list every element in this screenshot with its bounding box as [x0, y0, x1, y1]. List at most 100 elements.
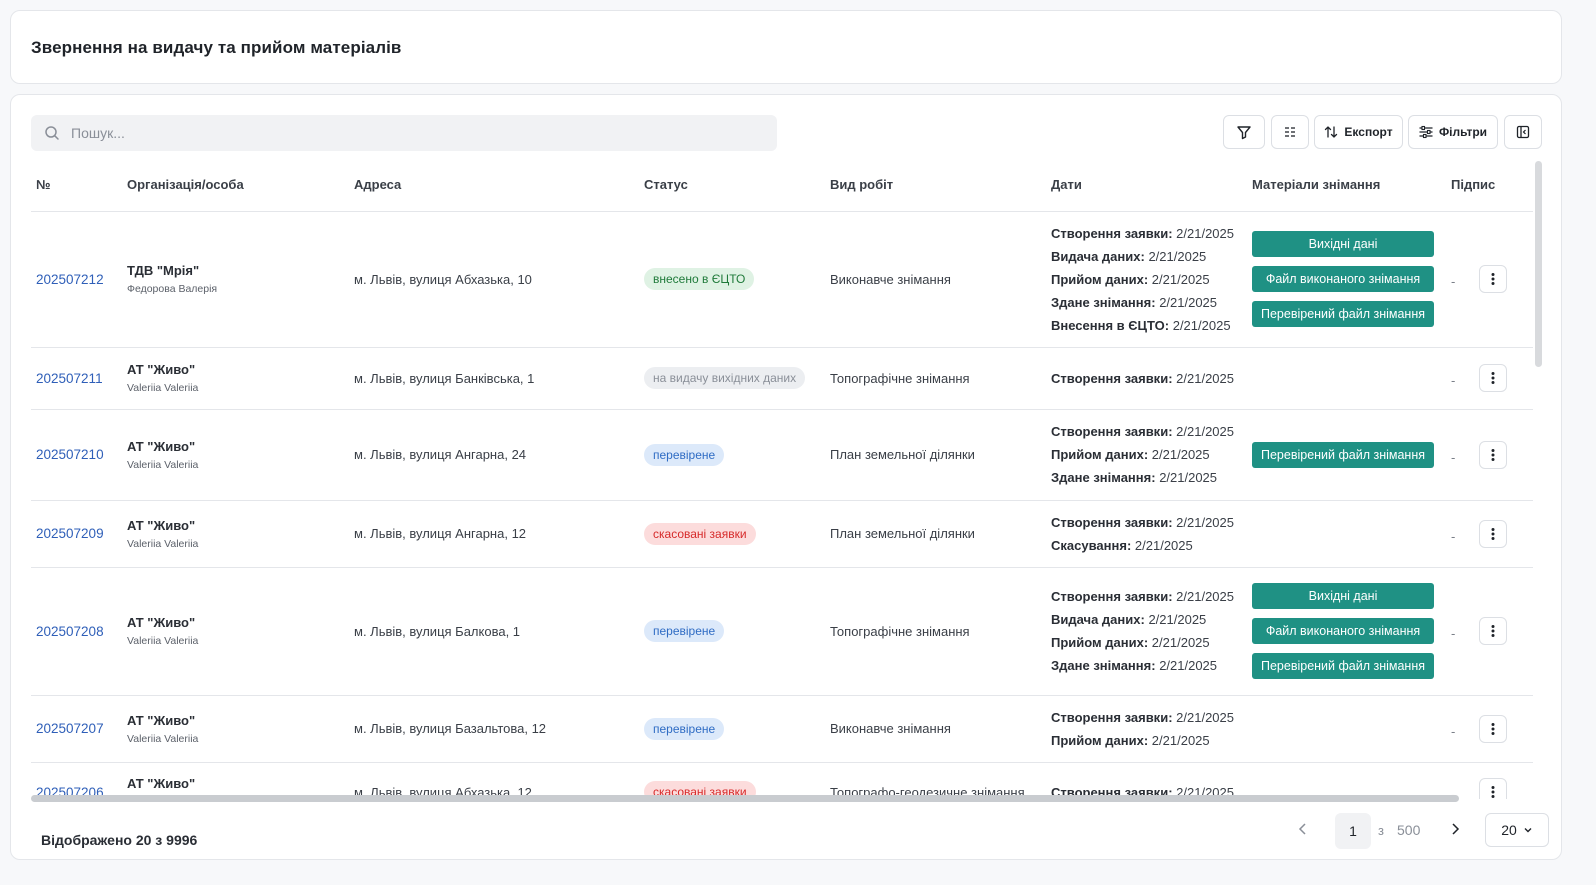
date-label: Прийом даних — [1051, 271, 1144, 287]
col-header-num[interactable]: № — [31, 159, 122, 212]
cell-dates: Створення заявки: 2/21/2025 Видача даних:… — [1046, 567, 1247, 696]
cell-address: м. Львів, вулиця Абхазька, 12 — [349, 762, 639, 799]
search-input[interactable] — [71, 115, 761, 151]
request-number-link[interactable]: 202507211 — [36, 371, 103, 386]
row-actions-button[interactable] — [1479, 714, 1508, 743]
search-box[interactable] — [31, 115, 777, 151]
col-header-sign[interactable]: Підпис — [1446, 159, 1533, 212]
cell-num: 202507206 — [31, 762, 122, 799]
table-row[interactable]: 202507206 АТ "Живо" Valeriia Valeriia м.… — [31, 762, 1533, 799]
toggle-panel-button[interactable] — [1504, 115, 1542, 149]
sort-icon — [1325, 126, 1338, 138]
table-row[interactable]: 202507208 АТ "Живо" Valeriia Valeriia м.… — [31, 567, 1533, 696]
material-button[interactable]: Файл виконаного знімання — [1252, 618, 1434, 644]
cell-work-type: Топографічне знімання — [825, 347, 1046, 410]
request-number-link[interactable]: 202507209 — [36, 526, 104, 541]
cell-sign: - — [1446, 347, 1533, 410]
more-vertical-icon — [1491, 625, 1495, 637]
cell-status: скасовані заявки — [639, 500, 825, 568]
cell-num: 202507209 — [31, 500, 122, 568]
records-count: Відображено 20 з 9996 — [41, 832, 198, 848]
request-number-link[interactable]: 202507207 — [36, 721, 104, 736]
org-person: Valeriia Valeriia — [127, 635, 199, 647]
sign-value: - — [1451, 626, 1456, 641]
cell-address: м. Львів, вулиця Ангарна, 24 — [349, 409, 639, 501]
cell-num: 202507212 — [31, 211, 122, 348]
cell-work-type: Топографічне знімання — [825, 567, 1046, 696]
page-size-select[interactable]: 20 — [1485, 813, 1549, 847]
cell-num: 202507210 — [31, 409, 122, 501]
date-line: Прийом даних: 2/21/2025 — [1051, 447, 1210, 462]
date-label: Скасування — [1051, 537, 1127, 553]
row-actions-button[interactable] — [1479, 364, 1508, 392]
cell-num: 202507211 — [31, 347, 122, 410]
cell-address: м. Львів, вулиця Базальтова, 12 — [349, 695, 639, 763]
status-badge: на видачу вихідних даних — [644, 367, 806, 389]
org-name: АТ "Живо" — [127, 438, 196, 454]
date-label: Створення заявки — [1051, 424, 1169, 439]
table-header-row: № Організація/особа Адреса Статус Вид ро… — [31, 159, 1533, 212]
filter-toggle-button[interactable] — [1223, 115, 1265, 149]
material-button[interactable]: Перевірений файл знімання — [1252, 301, 1434, 327]
horizontal-scrollbar[interactable] — [31, 795, 1459, 802]
cell-status: перевірене — [639, 409, 825, 501]
date-value: 2/21/2025 — [1176, 424, 1234, 439]
columns-button[interactable] — [1271, 115, 1309, 149]
date-line: Здане знімання: 2/21/2025 — [1051, 294, 1218, 310]
row-actions-button[interactable] — [1479, 440, 1508, 469]
chevron-down-icon — [1524, 828, 1532, 833]
cell-dates: Створення заявки: 2/21/2025 Прийом даних:… — [1046, 409, 1247, 501]
export-button[interactable]: Експорт — [1314, 115, 1403, 149]
org-name: АТ "Живо" — [127, 517, 196, 533]
request-number-link[interactable]: 202507208 — [36, 624, 104, 639]
table-row[interactable]: 202507212 ТДВ "Мрія" Федорова Валерія м.… — [31, 211, 1533, 348]
vertical-scrollbar[interactable] — [1535, 161, 1542, 367]
org-person: Valeriia Valeriia — [127, 732, 199, 745]
table-row[interactable]: 202507210 АТ "Живо" Valeriia Valeriia м.… — [31, 409, 1533, 501]
date-label: Створення заявки — [1051, 709, 1169, 725]
col-header-org[interactable]: Організація/особа — [122, 159, 349, 212]
table-row[interactable]: 202507211 АТ "Живо" Valeriia Valeriia м.… — [31, 347, 1533, 410]
cell-org: АТ "Живо" Valeriia Valeriia — [122, 347, 349, 410]
date-line: Прийом даних: 2/21/2025 — [1051, 635, 1210, 650]
status-badge: внесено в ЄЦТО — [644, 268, 755, 290]
cell-org: АТ "Живо" Valeriia Valeriia — [122, 762, 349, 799]
material-button[interactable]: Файл виконаного знімання — [1252, 266, 1434, 292]
col-header-dates[interactable]: Дати — [1046, 159, 1247, 212]
table-row[interactable]: 202507209 АТ "Живо" Valeriia Valeriia м.… — [31, 500, 1533, 568]
request-number-link[interactable]: 202507212 — [36, 272, 104, 287]
more-vertical-icon — [1491, 722, 1495, 735]
date-value: 2/21/2025 — [1176, 709, 1234, 725]
prev-page-button[interactable] — [1297, 822, 1309, 839]
export-label: Експорт — [1344, 125, 1393, 139]
cell-num: 202507208 — [31, 567, 122, 696]
filters-label: Фільтри — [1438, 125, 1488, 139]
col-header-status[interactable]: Статус — [639, 159, 825, 212]
date-line: Прийом даних: 2/21/2025 — [1051, 271, 1210, 287]
chevron-right-icon — [1452, 823, 1460, 835]
material-button[interactable]: Перевірений файл знімання — [1252, 441, 1434, 468]
row-actions-button[interactable] — [1479, 778, 1508, 799]
request-number-link[interactable]: 202507210 — [36, 447, 104, 462]
row-actions-button[interactable] — [1479, 617, 1508, 645]
col-header-address[interactable]: Адреса — [349, 159, 639, 212]
material-button[interactable]: Вихідні дані — [1252, 583, 1434, 609]
cell-status: скасовані заявки — [639, 762, 825, 799]
row-actions-button[interactable] — [1479, 265, 1508, 293]
table-body: 202507212 ТДВ "Мрія" Федорова Валерія м.… — [31, 211, 1533, 799]
date-label: Внесення в ЄЦТО — [1051, 317, 1165, 333]
table-row[interactable]: 202507207 АТ "Живо" Valeriia Valeriia м.… — [31, 695, 1533, 763]
row-actions-button[interactable] — [1479, 519, 1508, 548]
cell-sign: - — [1446, 762, 1533, 799]
col-header-materials[interactable]: Матеріали знімання — [1247, 159, 1446, 212]
date-value: 2/21/2025 — [1159, 470, 1218, 485]
date-line: Здане знімання: 2/21/2025 — [1051, 470, 1218, 485]
material-button[interactable]: Перевірений файл знімання — [1252, 653, 1434, 679]
filters-button[interactable]: Фільтри — [1408, 115, 1498, 149]
requests-table-wrapper: № Організація/особа Адреса Статус Вид ро… — [31, 159, 1533, 799]
material-button[interactable]: Вихідні дані — [1252, 231, 1434, 257]
cell-status: внесено в ЄЦТО — [639, 211, 825, 348]
current-page[interactable]: 1 — [1335, 813, 1371, 849]
next-page-button[interactable] — [1449, 822, 1461, 839]
col-header-work[interactable]: Вид робіт — [825, 159, 1046, 212]
